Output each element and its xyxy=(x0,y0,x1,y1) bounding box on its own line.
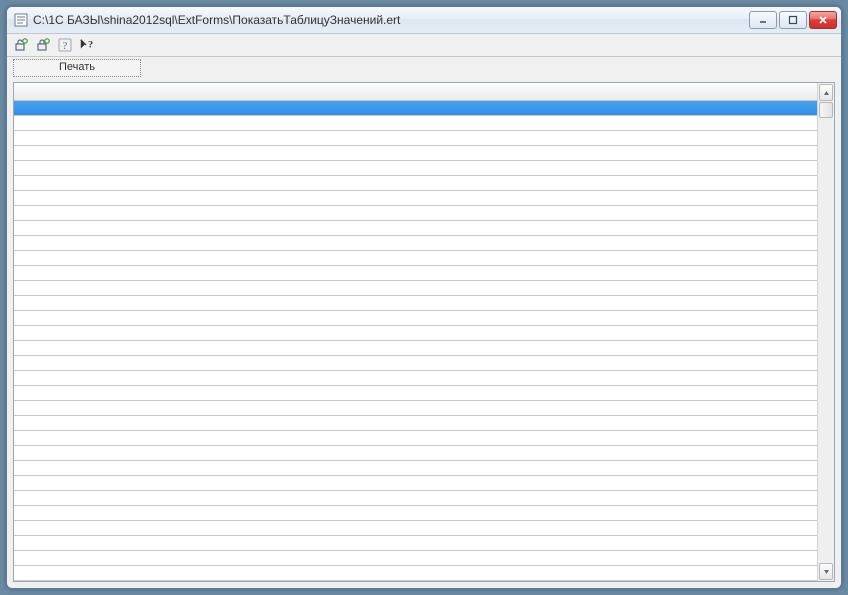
lock-closed-icon[interactable] xyxy=(35,37,51,53)
table-row[interactable] xyxy=(14,431,817,446)
table-row[interactable] xyxy=(14,116,817,131)
svg-text:?: ? xyxy=(63,41,68,52)
grid-body[interactable] xyxy=(14,83,817,581)
table-row[interactable] xyxy=(14,101,817,116)
button-row: Печать xyxy=(7,57,841,78)
app-window: C:\1С БАЗЫ\shina2012sql\ExtForms\Показат… xyxy=(6,6,842,589)
table-row[interactable] xyxy=(14,341,817,356)
table-row[interactable] xyxy=(14,326,817,341)
window-controls xyxy=(749,11,837,29)
table-row[interactable] xyxy=(14,146,817,161)
svg-text:?: ? xyxy=(88,40,93,51)
table-row[interactable] xyxy=(14,521,817,536)
table-row[interactable] xyxy=(14,476,817,491)
scroll-up-button[interactable] xyxy=(819,84,833,101)
table-row[interactable] xyxy=(14,251,817,266)
lock-open-icon[interactable] xyxy=(13,37,29,53)
minimize-button[interactable] xyxy=(749,11,777,29)
table-row[interactable] xyxy=(14,266,817,281)
table-row[interactable] xyxy=(14,536,817,551)
app-icon xyxy=(13,12,29,28)
grid-header[interactable] xyxy=(14,83,817,101)
table-row[interactable] xyxy=(14,371,817,386)
maximize-button[interactable] xyxy=(779,11,807,29)
table-row[interactable] xyxy=(14,461,817,476)
table-row[interactable] xyxy=(14,416,817,431)
table-row[interactable] xyxy=(14,236,817,251)
table-row[interactable] xyxy=(14,131,817,146)
window-title: C:\1С БАЗЫ\shina2012sql\ExtForms\Показат… xyxy=(33,13,749,27)
scroll-track[interactable] xyxy=(818,102,834,562)
table-row[interactable] xyxy=(14,161,817,176)
scroll-down-button[interactable] xyxy=(819,563,833,580)
scroll-thumb[interactable] xyxy=(819,102,833,118)
table-row[interactable] xyxy=(14,296,817,311)
help-icon[interactable]: ? xyxy=(57,37,73,53)
table-row[interactable] xyxy=(14,386,817,401)
titlebar[interactable]: C:\1С БАЗЫ\shina2012sql\ExtForms\Показат… xyxy=(7,7,841,34)
close-button[interactable] xyxy=(809,11,837,29)
table-row[interactable] xyxy=(14,221,817,236)
whats-this-icon[interactable]: ? xyxy=(79,37,95,53)
table-row[interactable] xyxy=(14,491,817,506)
print-button[interactable]: Печать xyxy=(13,59,141,77)
table-row[interactable] xyxy=(14,311,817,326)
table-row[interactable] xyxy=(14,176,817,191)
table-row[interactable] xyxy=(14,551,817,566)
table-row[interactable] xyxy=(14,281,817,296)
table-row[interactable] xyxy=(14,446,817,461)
table-row[interactable] xyxy=(14,191,817,206)
toolbar: ? ? xyxy=(7,34,841,57)
table-row[interactable] xyxy=(14,566,817,581)
table-row[interactable] xyxy=(14,506,817,521)
vertical-scrollbar[interactable] xyxy=(817,83,834,581)
table-row[interactable] xyxy=(14,401,817,416)
table-row[interactable] xyxy=(14,356,817,371)
table-row[interactable] xyxy=(14,206,817,221)
data-grid[interactable] xyxy=(13,82,835,582)
